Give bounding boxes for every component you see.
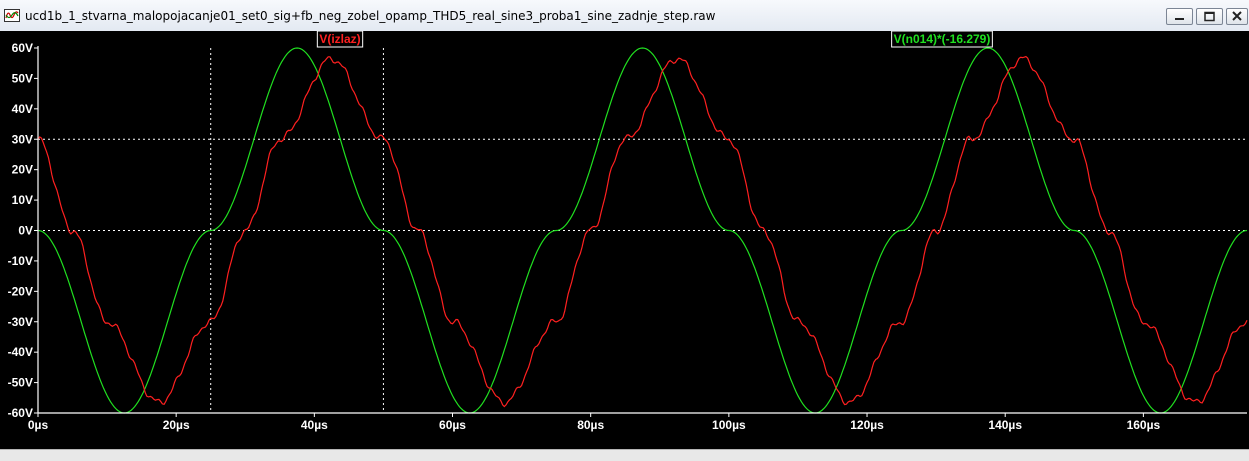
y-tick-label: 20V	[12, 163, 33, 177]
trace-label-green: V(n014)*(-16.279)	[894, 32, 991, 46]
y-tick-label: 40V	[12, 102, 33, 116]
minimize-button[interactable]	[1166, 8, 1193, 25]
x-tick-label: 100µs	[712, 418, 746, 432]
y-tick-label: 0V	[18, 224, 33, 238]
restore-icon	[1204, 11, 1215, 22]
y-tick-label: -10V	[8, 254, 33, 268]
y-tick-label: 50V	[12, 71, 33, 85]
waveform-plot[interactable]: 60V 50V 40V 30V 20V 10V 0V -10V -20V -30V -40V -50V…	[0, 30, 1249, 449]
title-bar[interactable]: ucd1b_1_stvarna_malopojacanje01_set0_sig…	[0, 0, 1249, 32]
status-strip	[0, 449, 1249, 461]
x-tick-label: 120µs	[850, 418, 884, 432]
x-tick-label: 80µs	[577, 418, 604, 432]
y-tick-label: -50V	[8, 376, 33, 390]
minimize-icon	[1175, 18, 1184, 20]
y-tick-label: -40V	[8, 345, 33, 359]
y-tick-label: 10V	[12, 193, 33, 207]
waveform-icon	[4, 9, 20, 22]
y-tick-label: -30V	[8, 315, 33, 329]
x-tick-label: 20µs	[163, 418, 190, 432]
y-tick-label: 60V	[12, 41, 33, 55]
restore-button[interactable]	[1196, 8, 1223, 25]
trace-red	[37, 55, 1248, 408]
x-tick-label: 140µs	[988, 418, 1022, 432]
close-button[interactable]	[1226, 8, 1248, 25]
x-tick-label: 60µs	[439, 418, 466, 432]
x-tick-label: 40µs	[301, 418, 328, 432]
trace-label-red: V(izlaz)	[319, 32, 360, 46]
y-tick-label: -20V	[8, 284, 33, 298]
y-tick-label: 30V	[12, 132, 33, 146]
x-tick-label: 160µs	[1127, 418, 1161, 432]
waveform-chart[interactable]: 60V 50V 40V 30V 20V 10V 0V -10V -20V -30V -40V -50V…	[0, 30, 1249, 449]
window-title: ucd1b_1_stvarna_malopojacanje01_set0_sig…	[25, 9, 716, 23]
close-icon	[1232, 11, 1242, 21]
x-tick-label: 0µs	[28, 418, 49, 432]
